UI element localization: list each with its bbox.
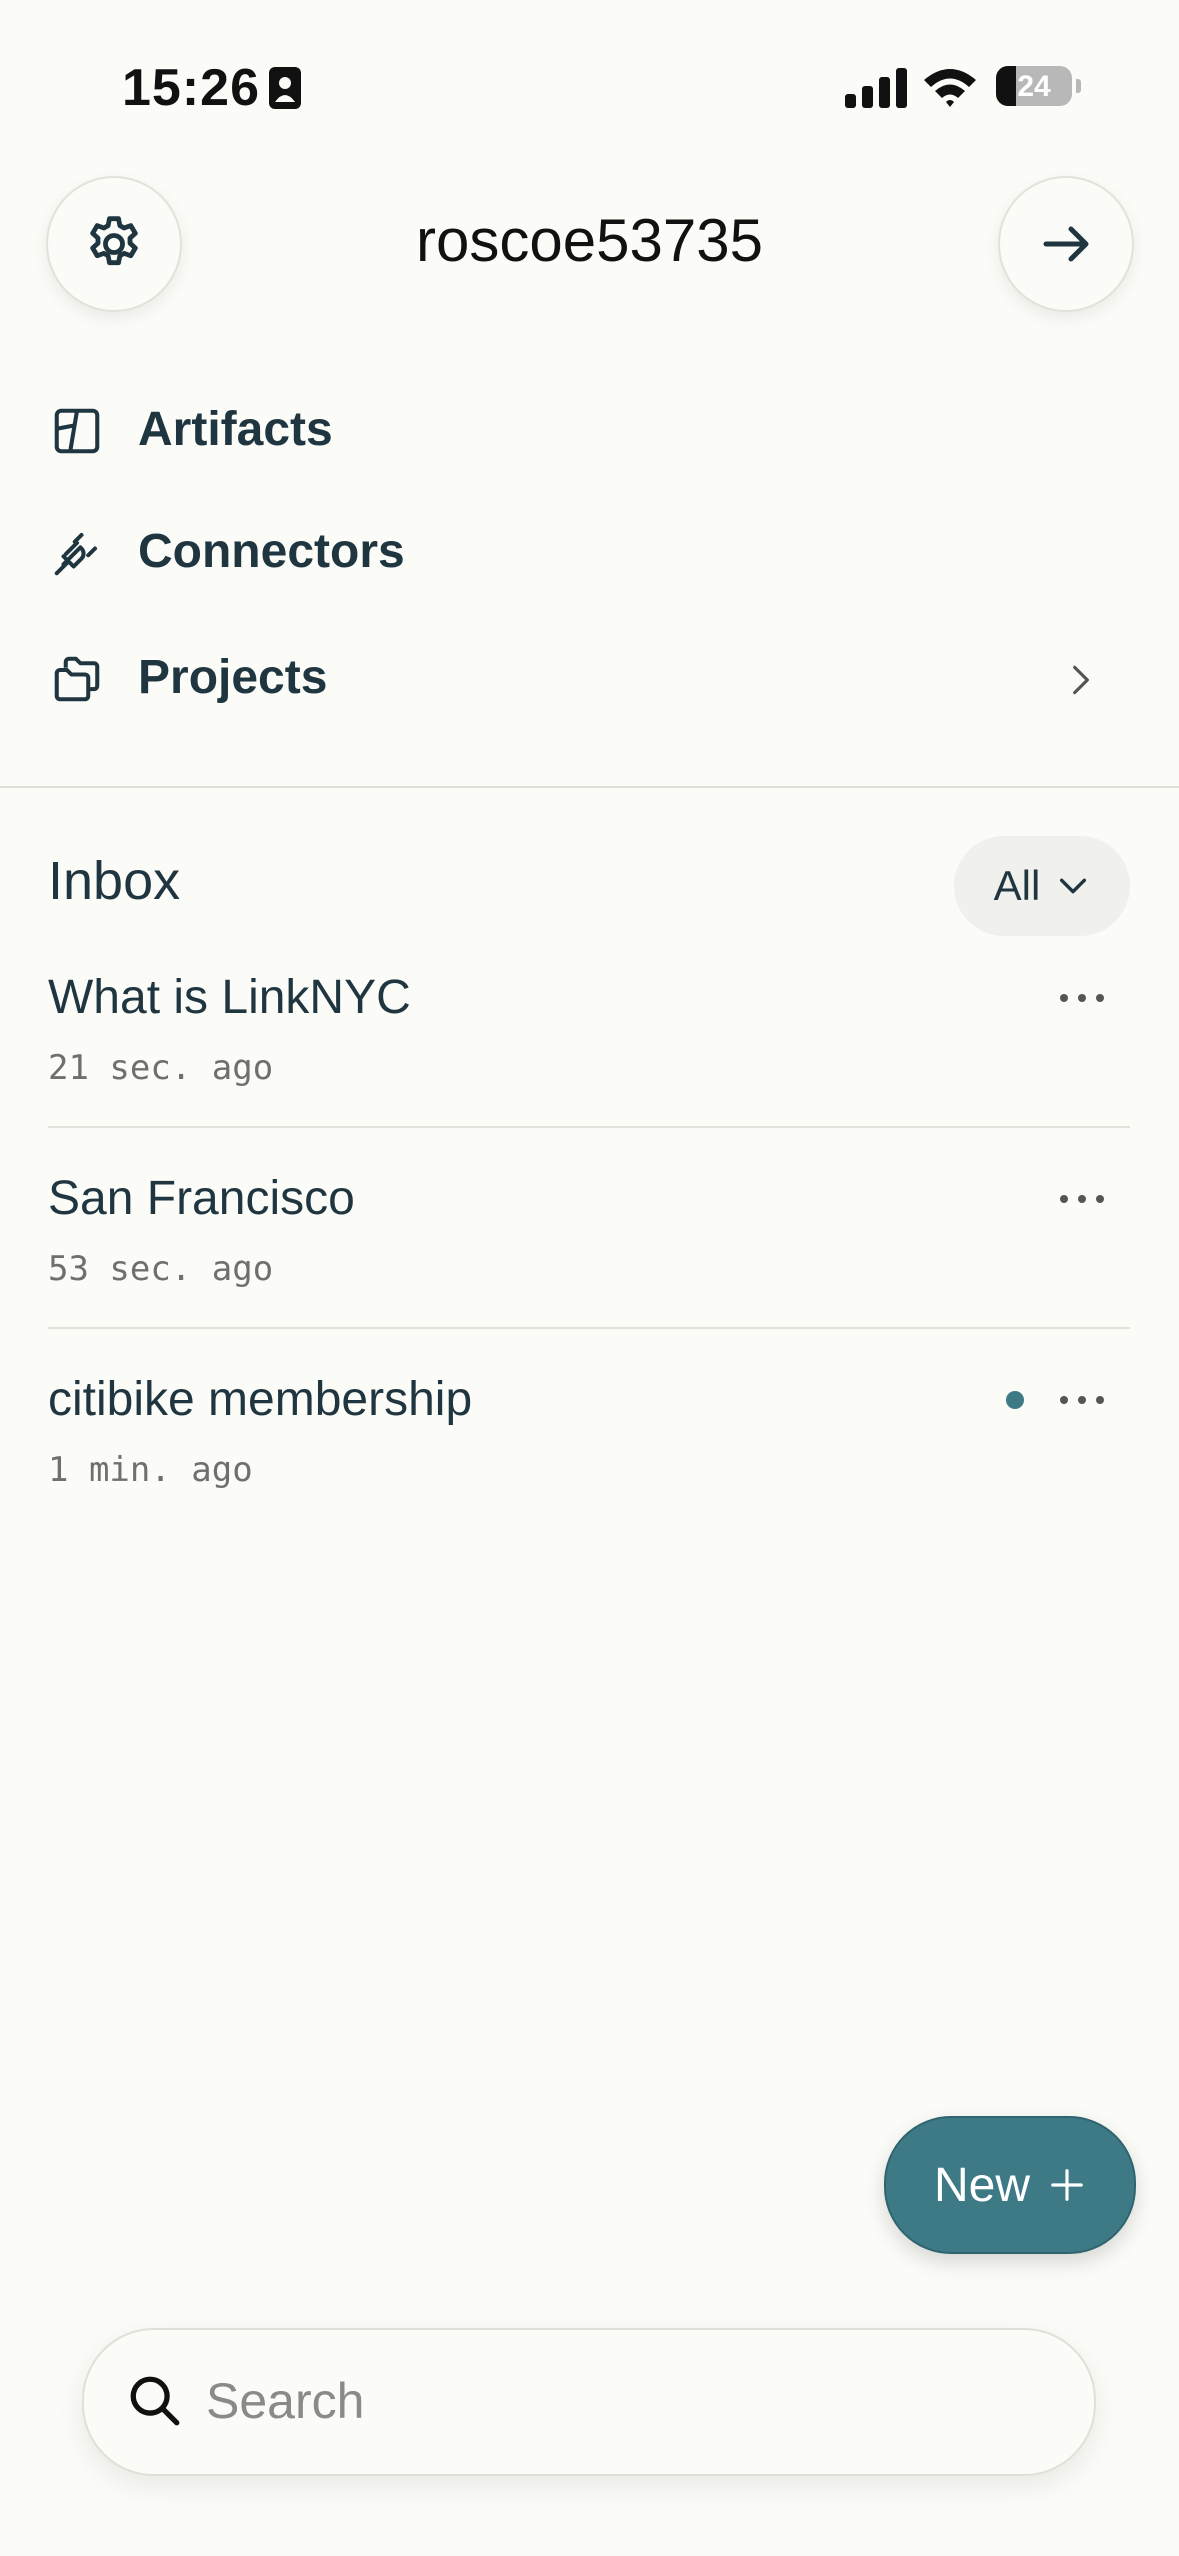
chat-timestamp: 1 min. ago (48, 1450, 253, 1490)
list-item[interactable]: What is LinkNYC 21 sec. ago (0, 960, 1179, 1130)
new-chat-button[interactable]: New (884, 2116, 1136, 2254)
forward-button[interactable] (998, 176, 1134, 312)
arrow-right-icon (1043, 226, 1089, 262)
more-options-icon[interactable] (1052, 1380, 1112, 1420)
cellular-signal-icon (845, 68, 907, 108)
battery-level: 24 (1017, 70, 1051, 103)
search-bar[interactable] (82, 2328, 1096, 2476)
contact-card-icon (269, 67, 301, 109)
chevron-right-icon (1073, 665, 1089, 695)
list-item[interactable]: citibike membership 1 min. ago (0, 1362, 1179, 1512)
nav-label: Artifacts (138, 403, 333, 456)
battery-indicator: 24 (996, 66, 1081, 108)
chat-title: citibike membership (48, 1373, 473, 1426)
unread-indicator (1006, 1391, 1024, 1409)
new-button-label: New (933, 2158, 1031, 2212)
nav-item-connectors[interactable]: Connectors (0, 496, 1179, 606)
chat-title: San Francisco (48, 1172, 355, 1225)
inbox-title: Inbox (48, 851, 181, 911)
status-time: 15:26 (122, 59, 260, 117)
row-divider (48, 1327, 1130, 1329)
chat-timestamp: 53 sec. ago (48, 1249, 274, 1289)
chat-title: What is LinkNYC (48, 971, 411, 1024)
search-icon (130, 2376, 180, 2426)
nav-label: Connectors (138, 525, 405, 578)
plus-icon (1051, 2169, 1083, 2201)
folders-icon (54, 656, 100, 702)
more-options-icon[interactable] (1052, 978, 1112, 1018)
section-divider (0, 786, 1179, 788)
wifi-icon (924, 69, 976, 107)
nav-item-projects[interactable]: Projects (0, 622, 1179, 732)
more-options-icon[interactable] (1052, 1179, 1112, 1219)
search-input[interactable] (204, 2360, 1028, 2442)
inbox-filter-dropdown[interactable]: All (954, 836, 1130, 936)
plug-icon (54, 532, 98, 576)
row-divider (48, 1126, 1130, 1128)
chevron-down-icon (1060, 878, 1087, 894)
filter-label: All (993, 862, 1041, 909)
artifacts-icon (54, 408, 100, 454)
nav-item-artifacts[interactable]: Artifacts (0, 374, 1179, 484)
list-item[interactable]: San Francisco 53 sec. ago (0, 1161, 1179, 1331)
nav-label: Projects (138, 651, 328, 704)
chat-timestamp: 21 sec. ago (48, 1048, 274, 1088)
